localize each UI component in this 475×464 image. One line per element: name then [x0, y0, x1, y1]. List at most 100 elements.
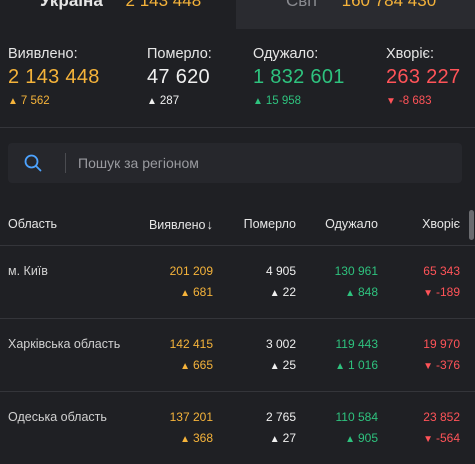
stat-recovered-label: Одужало: — [253, 46, 319, 62]
stat-died-label: Померло: — [147, 46, 212, 62]
cell-recovered-delta: ▲ 1 016 — [335, 358, 378, 372]
stat-died-value: 47 620 — [147, 66, 210, 88]
tab-ukraine-name: Україна — [40, 0, 103, 10]
arrow-up-icon: ▲ — [180, 361, 190, 372]
arrow-up-icon: ▲ — [180, 288, 190, 299]
tab-world-name: Світ — [286, 0, 319, 10]
header-detected-label: Виявлено — [148, 218, 206, 232]
cell-recovered-value: 119 443 — [335, 337, 379, 351]
table-header: Область Виявлено↓ Померло Одужало Хворіє — [0, 205, 475, 245]
cell-died-delta: ▲ 22 — [266, 285, 296, 299]
arrow-down-icon: ▼ — [423, 288, 433, 299]
cell-recovered-value: 130 961 — [334, 264, 378, 278]
arrow-up-icon: ▲ — [269, 361, 280, 372]
cell-sick: 19 970 ▼ -376 — [423, 337, 460, 372]
stat-sick-label: Хворіє: — [386, 46, 434, 62]
region-name: м. Київ — [8, 264, 48, 278]
delta-value: 681 — [192, 285, 213, 299]
cell-detected: 201 209 ▲ 681 — [170, 264, 213, 299]
cell-died: 3 002 ▲ 25 — [266, 337, 296, 372]
header-sick[interactable]: Хворіє — [422, 217, 460, 231]
stat-detected-delta-value: 7 562 — [20, 95, 50, 107]
cell-sick-value: 19 970 — [423, 337, 460, 351]
regions-table: Область Виявлено↓ Померло Одужало Хворіє… — [0, 205, 475, 464]
arrow-down-icon: ▼ — [423, 434, 433, 445]
delta-value: 27 — [282, 431, 296, 445]
stat-sick-value: 263 227 — [386, 66, 461, 88]
stat-died-delta-value: 287 — [159, 95, 180, 107]
cell-died-delta: ▲ 27 — [266, 431, 296, 445]
region-search[interactable] — [8, 143, 462, 183]
stat-detected-label: Виявлено: — [8, 46, 78, 62]
delta-value: 368 — [192, 431, 213, 445]
table-row[interactable]: Харківська область 142 415 ▲ 665 3 002 ▲ 2… — [0, 318, 475, 391]
arrow-up-icon: ▲ — [345, 434, 355, 445]
cell-detected-delta: ▲ 665 — [170, 358, 213, 372]
arrow-up-icon: ▲ — [269, 288, 280, 299]
sort-arrow-icon: ↓ — [206, 217, 214, 232]
stat-sick-delta-value: -8 683 — [398, 95, 432, 107]
tab-world-total: 160 784 430 — [341, 0, 437, 10]
delta-value: 905 — [357, 431, 378, 445]
table-row[interactable]: м. Київ 201 209 ▲ 681 4 905 ▲ 22 130 961 ▲… — [0, 245, 475, 318]
stat-recovered: Одужало: 1 832 601 ▲ 15 958 — [253, 46, 345, 107]
summary-divider — [0, 127, 475, 128]
cell-recovered: 130 961 ▲ 848 — [335, 264, 378, 299]
cell-sick: 65 343 ▼ -189 — [423, 264, 460, 299]
delta-value: 665 — [192, 358, 213, 372]
cell-sick-value: 23 852 — [423, 410, 460, 424]
cell-died-value: 3 002 — [265, 337, 296, 351]
delta-value: 22 — [282, 285, 296, 299]
region-name: Харківська область — [8, 337, 121, 351]
cell-detected-value: 142 415 — [169, 337, 213, 351]
arrow-up-icon: ▲ — [8, 96, 18, 107]
stat-recovered-delta-value: 15 958 — [265, 95, 302, 107]
stat-died: Померло: 47 620 ▲ 287 — [147, 46, 212, 107]
arrow-up-icon: ▲ — [180, 434, 190, 445]
delta-value: 848 — [357, 285, 378, 299]
cell-detected-value: 201 209 — [169, 264, 213, 278]
scrollbar-thumb[interactable] — [469, 210, 474, 240]
header-recovered[interactable]: Одужало — [325, 217, 378, 231]
arrow-up-icon: ▲ — [269, 434, 280, 445]
delta-value: 1 016 — [347, 358, 378, 372]
delta-value: -564 — [435, 431, 460, 445]
stat-recovered-value: 1 832 601 — [253, 66, 345, 88]
header-detected[interactable]: Виявлено↓ — [149, 217, 213, 232]
stat-sick: Хворіє: 263 227 ▼ -8 683 — [386, 46, 460, 107]
header-died[interactable]: Померло — [244, 217, 296, 231]
cell-detected: 137 201 ▲ 368 — [170, 410, 213, 445]
cell-died-delta: ▲ 25 — [266, 358, 296, 372]
arrow-up-icon: ▲ — [335, 361, 345, 372]
tab-world[interactable]: Світ 160 784 430 — [236, 0, 475, 29]
header-region[interactable]: Область — [8, 217, 57, 231]
cell-sick-delta: ▼ -564 — [423, 431, 460, 445]
delta-value: -376 — [435, 358, 460, 372]
summary-stats: Виявлено: 2 143 448 ▲ 7 562 Померло: 47 6… — [0, 29, 475, 127]
delta-value: -189 — [435, 285, 460, 299]
stat-recovered-delta: ▲ 15 958 — [253, 95, 345, 107]
cell-detected-delta: ▲ 368 — [170, 431, 213, 445]
delta-value: 25 — [282, 358, 296, 372]
cell-recovered: 110 584 ▲ 905 — [336, 410, 379, 445]
arrow-up-icon: ▲ — [345, 288, 355, 299]
tab-ukraine[interactable]: Україна 2 143 448 — [0, 0, 236, 29]
cell-recovered-value: 110 584 — [335, 410, 379, 424]
stat-detected: Виявлено: 2 143 448 ▲ 7 562 — [8, 46, 100, 107]
cell-detected-value: 137 201 — [169, 410, 213, 424]
arrow-up-icon: ▲ — [253, 96, 263, 107]
cell-recovered-delta: ▲ 905 — [336, 431, 378, 445]
table-row[interactable]: Одеська область 137 201 ▲ 368 2 765 ▲ 27 1… — [0, 391, 475, 464]
stat-sick-delta: ▼ -8 683 — [386, 95, 460, 107]
arrow-down-icon: ▼ — [423, 361, 433, 372]
search-separator — [65, 153, 66, 173]
country-tabs: Україна 2 143 448 Світ 160 784 430 — [0, 0, 475, 29]
arrow-up-icon: ▲ — [147, 96, 157, 107]
cell-recovered: 119 443 ▲ 1 016 — [335, 337, 378, 372]
stat-detected-delta: ▲ 7 562 — [8, 95, 100, 107]
stat-died-delta: ▲ 287 — [147, 95, 212, 107]
cell-sick-value: 65 343 — [423, 264, 460, 278]
cell-died-value: 4 905 — [265, 264, 296, 278]
search-icon[interactable] — [24, 154, 42, 172]
search-input[interactable] — [78, 153, 438, 173]
